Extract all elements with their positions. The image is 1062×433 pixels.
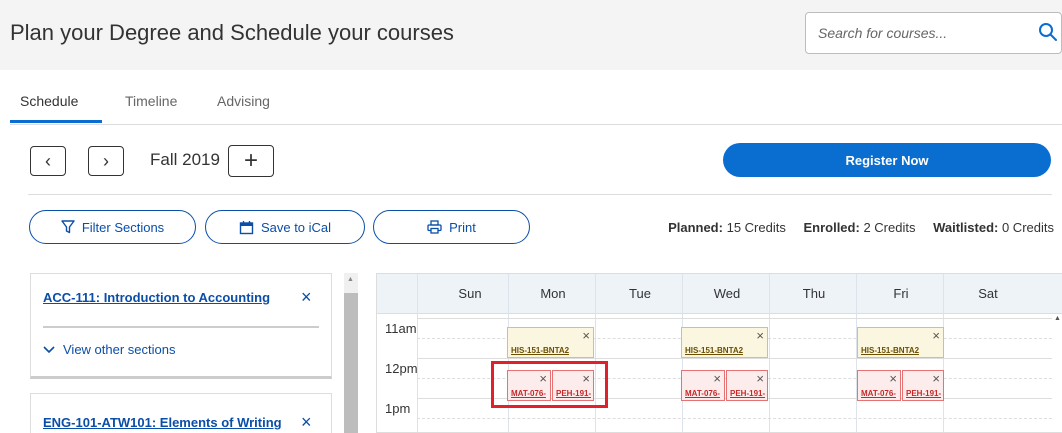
term-label: Fall 2019 (150, 150, 220, 169)
time-label-12pm: 12pm (385, 361, 418, 376)
event-label[interactable]: MAT-076- (861, 389, 896, 398)
grid-row-line (417, 358, 1052, 359)
tab-advising[interactable]: Advising (217, 93, 270, 109)
grid-row-line (417, 418, 1052, 419)
time-label-1pm: 1pm (385, 401, 411, 416)
view-other-sections-link[interactable]: View other sections (43, 342, 176, 357)
event-label[interactable]: HIS-151-BNTA2 (685, 346, 743, 355)
grid-column-line (595, 274, 596, 432)
calendar-scrollbar[interactable] (1053, 314, 1062, 432)
remove-event-close-icon[interactable]: × (756, 371, 764, 386)
day-header-mon: Mon (540, 286, 566, 301)
register-now-button[interactable]: Register Now (723, 143, 1051, 177)
print-button[interactable]: Print (373, 210, 530, 244)
course-card: ENG-101-ATW101: Elements of Writing × (30, 393, 332, 433)
day-header-tue: Tue (629, 286, 651, 301)
tab-timeline[interactable]: Timeline (125, 93, 177, 109)
calendar-event-peh-191-fri[interactable]: × PEH-191- (902, 370, 944, 401)
add-term-button[interactable]: + (228, 145, 274, 177)
time-label-11am: 11am (385, 321, 417, 336)
view-other-sections-label: View other sections (63, 342, 176, 357)
search-icon[interactable] (1038, 22, 1058, 42)
enrolled-credits: 2 Credits (863, 220, 916, 235)
chevron-right-icon: › (103, 150, 109, 171)
course-title-link[interactable]: ENG-101-ATW101: Elements of Writing (43, 415, 282, 430)
scroll-up-arrow-icon[interactable]: ▲ (1054, 315, 1061, 322)
calendar-event-his-151-mon[interactable]: × HIS-151-BNTA2 (507, 327, 594, 358)
event-label[interactable]: HIS-151-BNTA2 (511, 346, 569, 355)
active-tab-indicator (10, 120, 102, 123)
chevron-left-icon: ‹ (45, 150, 51, 171)
day-header-fri: Fri (893, 286, 909, 301)
tab-bar: Schedule Timeline Advising (10, 85, 1062, 125)
remove-event-close-icon[interactable]: × (756, 328, 764, 343)
remove-event-close-icon[interactable]: × (932, 328, 940, 343)
day-header-sun: Sun (458, 286, 482, 301)
day-header-sat: Sat (978, 286, 998, 301)
schedule-calendar: Sun Mon Tue Wed Thu Fri Sat 11am 12pm 1p… (376, 273, 1062, 433)
card-divider (43, 326, 319, 328)
calendar-event-his-151-wed[interactable]: × HIS-151-BNTA2 (681, 327, 768, 358)
calendar-header-row: Sun Mon Tue Wed Thu Fri Sat (377, 274, 1062, 314)
event-label[interactable]: PEH-191- (730, 389, 765, 398)
planned-label: Planned: (668, 220, 723, 235)
filter-sections-button[interactable]: Filter Sections (29, 210, 196, 244)
calendar-event-peh-191-wed[interactable]: × PEH-191- (726, 370, 768, 401)
planned-credits: 15 Credits (726, 220, 786, 235)
search-box[interactable] (805, 12, 1062, 54)
search-input[interactable] (806, 13, 1026, 53)
chevron-down-icon (43, 345, 55, 353)
event-label[interactable]: MAT-076- (685, 389, 720, 398)
tab-schedule[interactable]: Schedule (20, 93, 78, 109)
filter-icon (61, 220, 75, 234)
print-label: Print (449, 219, 476, 235)
remove-event-close-icon[interactable]: × (713, 371, 721, 386)
remove-event-close-icon[interactable]: × (932, 371, 940, 386)
save-to-ical-button[interactable]: Save to iCal (205, 210, 365, 244)
next-term-button[interactable]: › (88, 146, 124, 176)
event-label[interactable]: PEH-191- (906, 389, 941, 398)
course-list-scrollbar[interactable] (344, 273, 358, 433)
calendar-event-mat-076-fri[interactable]: × MAT-076- (857, 370, 901, 401)
course-list: ACC-111: Introduction to Accounting × Vi… (30, 273, 332, 433)
plus-icon: + (243, 147, 258, 174)
filter-sections-label: Filter Sections (81, 219, 165, 235)
credits-summary: Planned: 15 Credits Enrolled: 2 Credits … (668, 220, 1054, 235)
remove-event-close-icon[interactable]: × (582, 328, 590, 343)
remove-course-close-icon[interactable]: × (301, 412, 312, 433)
waitlisted-credits: 0 Credits (1001, 220, 1054, 235)
calendar-event-mat-076-wed[interactable]: × MAT-076- (681, 370, 725, 401)
enrolled-label: Enrolled: (803, 220, 860, 235)
day-header-thu: Thu (802, 286, 826, 301)
course-card: ACC-111: Introduction to Accounting × Vi… (30, 273, 332, 379)
remove-course-close-icon[interactable]: × (301, 287, 312, 308)
calendar-icon (239, 220, 254, 234)
previous-term-button[interactable]: ‹ (30, 146, 66, 176)
highlight-annotation-box (491, 361, 608, 408)
day-header-wed: Wed (713, 286, 741, 301)
grid-column-line (769, 274, 770, 432)
grid-row-line (417, 318, 1052, 319)
event-label[interactable]: HIS-151-BNTA2 (861, 346, 919, 355)
page-title: Plan your Degree and Schedule your cours… (10, 20, 454, 45)
waitlisted-label: Waitlisted: (933, 220, 999, 235)
save-to-ical-label: Save to iCal (260, 219, 332, 235)
calendar-event-his-151-fri[interactable]: × HIS-151-BNTA2 (857, 327, 944, 358)
scroll-up-arrow-icon[interactable]: ▲ (347, 276, 354, 283)
toolbar-divider (28, 194, 1052, 195)
page-header: Plan your Degree and Schedule your cours… (0, 0, 1062, 70)
course-title-link[interactable]: ACC-111: Introduction to Accounting (43, 290, 270, 305)
grid-column-line (417, 274, 418, 432)
remove-event-close-icon[interactable]: × (889, 371, 897, 386)
printer-icon (427, 220, 442, 234)
